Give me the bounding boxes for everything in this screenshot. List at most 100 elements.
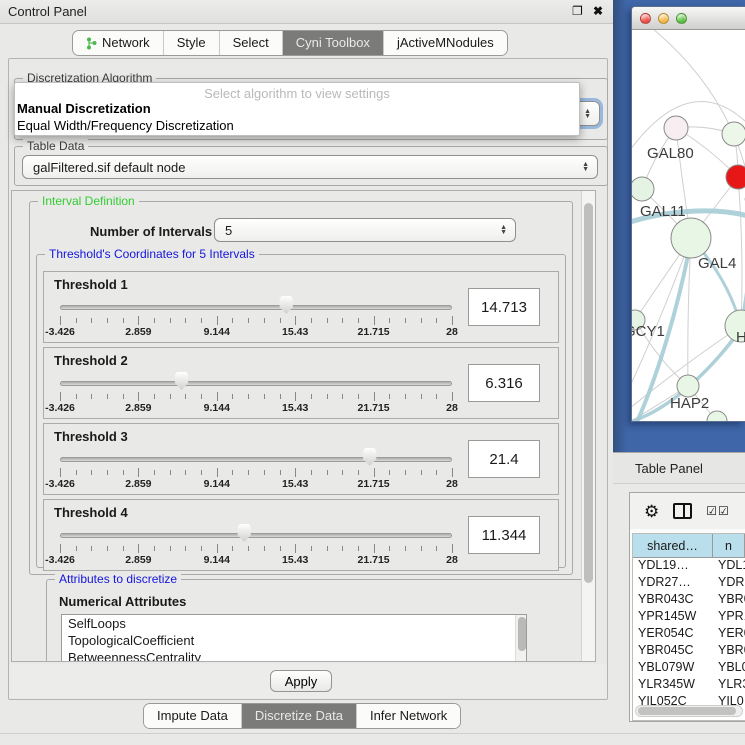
table-panel-toolbar: ⚙ ☑☑ (630, 493, 745, 529)
node-top-right[interactable] (722, 122, 745, 146)
table-cell: YBR0 (713, 643, 745, 660)
table-row[interactable]: YBL079WYBL0 (633, 660, 745, 677)
table-cell: YBR045C (633, 643, 713, 660)
network-edge (738, 177, 742, 326)
network-icon (86, 37, 97, 50)
slider-track[interactable] (60, 457, 452, 462)
panel-vertical-scrollbar[interactable] (581, 191, 595, 661)
attributes-list-scrollbar[interactable] (515, 615, 526, 662)
slider-tick-labels: -3.4262.8599.14415.4321.71528 (60, 478, 452, 490)
table-row[interactable]: YBR043CYBR0 (633, 592, 745, 609)
node-hap2[interactable] (677, 375, 699, 397)
threshold-panel-3: Threshold 3-3.4262.8599.14415.4321.71528… (43, 423, 559, 495)
network-view-window: GAL80GACGAL11GAL4GCY1HHAP2 (631, 6, 745, 422)
bottom-tab-impute-data[interactable]: Impute Data (144, 704, 241, 728)
table-data-value: galFiltered.sif default node (33, 160, 185, 175)
zoom-traffic-light[interactable] (676, 13, 687, 24)
table-cell: YDL19… (633, 558, 713, 575)
thresholds-group: Threshold's Coordinates for 5 Intervals … (36, 254, 566, 568)
threshold-label: Threshold 1 (54, 277, 128, 292)
node-gal4[interactable] (671, 218, 711, 258)
slider-thumb[interactable] (174, 372, 189, 390)
column-checkboxes-icon[interactable]: ☑☑ (706, 504, 730, 518)
slider-thumb[interactable] (362, 448, 377, 466)
node-selected-red[interactable] (726, 165, 745, 189)
table-cell: YDL1 (713, 558, 745, 575)
threshold-value-field[interactable]: 11.344 (468, 516, 540, 554)
number-of-intervals-label: Number of Intervals (90, 224, 212, 239)
table-row[interactable]: YDR27…YDR2 (633, 575, 745, 592)
popup-option-equal-width[interactable]: Equal Width/Frequency Discretization (15, 117, 579, 134)
node-label-gcy1: GCY1 (632, 323, 665, 340)
node-label-gal80: GAL80 (647, 145, 694, 162)
float-window-icon[interactable]: ❐ (572, 4, 583, 18)
threshold-label: Threshold 4 (54, 505, 128, 520)
tab-label: Impute Data (157, 704, 228, 728)
close-window-icon[interactable]: ✖ (593, 4, 603, 18)
table-cell: YBL079W (633, 660, 713, 677)
cyni-bottom-tabs: Impute Data Discretize DataInfer Network (143, 703, 461, 729)
column-header-2[interactable]: n (713, 534, 745, 557)
table-row[interactable]: YER054CYER0 (633, 626, 745, 643)
node-label-gal11: GAL11 (640, 203, 686, 220)
threshold-value-field[interactable]: 6.316 (468, 364, 540, 402)
bottom-tab-infer-network[interactable]: Infer Network (356, 704, 460, 728)
table-data-combobox[interactable]: galFiltered.sif default node ▲▼ (22, 155, 598, 179)
tab-style[interactable]: Style (163, 31, 219, 55)
slider-ticks (60, 544, 452, 553)
slider-track[interactable] (60, 305, 452, 310)
threshold-value-field[interactable]: 14.713 (468, 288, 540, 326)
panel-bottom-divider (0, 733, 745, 734)
node-gal80[interactable] (664, 116, 688, 140)
table-panel-body: ⚙ ☑☑ shared…n YDL19…YDL1YDR27…YDR2YBR043… (629, 492, 745, 722)
attribute-list-item[interactable]: TopologicalCoefficient (62, 632, 526, 649)
slider-track[interactable] (60, 533, 452, 538)
table-cell: YER0 (713, 626, 745, 643)
numerical-attributes-list[interactable]: SelfLoopsTopologicalCoefficientBetweenne… (61, 614, 527, 662)
slider-ticks (60, 468, 452, 477)
combo-arrows-icon: ▲▼ (582, 162, 589, 172)
slider-tick-labels: -3.4262.8599.14415.4321.71528 (60, 402, 452, 414)
threshold-value-field[interactable]: 21.4 (468, 440, 540, 478)
attribute-list-item[interactable]: SelfLoops (62, 615, 526, 632)
number-of-intervals-combobox[interactable]: 5 ▲▼ (214, 218, 516, 242)
network-canvas[interactable]: GAL80GACGAL11GAL4GCY1HHAP2 (632, 30, 745, 422)
table-row[interactable]: YLR345WYLR3 (633, 677, 745, 694)
node-gal11[interactable] (632, 177, 654, 201)
slider-track[interactable] (60, 381, 452, 386)
slider-thumb[interactable] (237, 524, 252, 542)
table-cell: YPR145W (633, 609, 713, 626)
table-horizontal-scrollbar[interactable] (635, 705, 743, 717)
tab-jactivemnodules[interactable]: jActiveMNodules (383, 31, 507, 55)
column-layout-icon[interactable] (673, 503, 692, 519)
number-of-intervals-value: 5 (225, 223, 232, 238)
table-panel-title: Table Panel (635, 461, 703, 476)
popup-placeholder-option[interactable]: Select algorithm to view settings (15, 83, 579, 100)
table-cell: YPR1 (713, 609, 745, 626)
popup-option-manual-discretization[interactable]: Manual Discretization (15, 100, 579, 117)
table-data-legend: Table Data (23, 139, 88, 153)
threshold-label: Threshold 2 (54, 353, 128, 368)
table-row[interactable]: YPR145WYPR1 (633, 609, 745, 626)
tab-label: Network (102, 31, 150, 55)
table-row[interactable]: YBR045CYBR0 (633, 643, 745, 660)
threshold-panel-4: Threshold 4-3.4262.8599.14415.4321.71528… (43, 499, 559, 571)
tab-label: Style (177, 31, 206, 55)
node-label-h: H (736, 329, 745, 346)
minimize-traffic-light[interactable] (658, 13, 669, 24)
settings-scrollpane: Interval Definition Number of Intervals … (11, 190, 596, 662)
close-traffic-light[interactable] (640, 13, 651, 24)
attributes-group: Attributes to discretize Numerical Attri… (46, 579, 587, 662)
table-row[interactable]: YDL19…YDL1 (633, 558, 745, 575)
tab-network[interactable]: Network (73, 31, 163, 55)
slider-thumb[interactable] (279, 296, 294, 314)
tab-cyni-toolbox[interactable]: Cyni Toolbox (282, 31, 383, 55)
node-attribute-table[interactable]: shared…n YDL19…YDL1YDR27…YDR2YBR043CYBR0… (632, 533, 745, 721)
attribute-list-item[interactable]: BetweennessCentrality (62, 649, 526, 662)
table-cell: YDR27… (633, 575, 713, 592)
tab-select[interactable]: Select (219, 31, 282, 55)
bottom-tab-discretize-data[interactable]: Discretize Data (241, 704, 356, 728)
apply-button[interactable]: Apply (270, 670, 332, 692)
column-header-1[interactable]: shared… (633, 534, 713, 557)
gear-icon[interactable]: ⚙ (644, 503, 659, 520)
